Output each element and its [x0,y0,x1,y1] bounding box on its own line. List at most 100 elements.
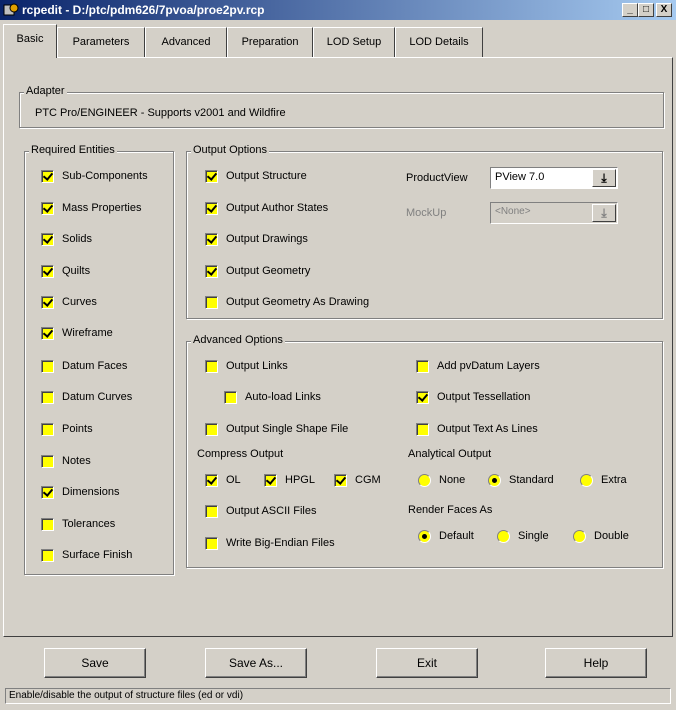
checkbox-box[interactable] [41,265,54,278]
save-as-button[interactable]: Save As... [205,648,307,678]
tab-parameters[interactable]: Parameters [57,27,145,57]
checkbox-box[interactable] [205,474,218,487]
maximize-button[interactable]: □ [638,3,654,17]
checkbox-box[interactable] [41,170,54,183]
checkbox-box[interactable] [41,423,54,436]
close-button[interactable]: X [656,3,672,17]
tab-basic[interactable]: Basic [3,24,57,58]
checkbox-label: Output Drawings [226,233,308,245]
radio-label: Double [594,530,629,542]
checkbox-label: Sub-Components [62,170,148,182]
dropdown-arrow-icon: ⤓ [592,204,616,222]
checkbox-box[interactable] [41,391,54,404]
tab-label: Preparation [241,36,299,48]
checkbox-label: Output Text As Lines [437,423,538,435]
adapter-text: PTC Pro/ENGINEER - Supports v2001 and Wi… [35,107,286,119]
radio-circle[interactable] [580,474,593,487]
checkbox-label: Output Geometry As Drawing [226,296,370,308]
mockup-select: <None> ⤓ [490,202,618,224]
checkbox-label: Dimensions [62,486,120,498]
productview-label: ProductView [406,172,468,184]
help-button[interactable]: Help [545,648,647,678]
tab-preparation[interactable]: Preparation [227,27,313,57]
checkbox-box[interactable] [224,391,237,404]
mockup-label: MockUp [406,207,447,219]
radio-circle[interactable] [573,530,586,543]
checkbox-label: OL [226,474,241,486]
checkbox-box[interactable] [41,455,54,468]
checkbox-box[interactable] [41,296,54,309]
tab-lod-setup[interactable]: LOD Setup [313,27,395,57]
checkbox-box[interactable] [205,233,218,246]
required-entities-legend: Required Entities [29,144,117,156]
tab-label: Basic [16,33,44,45]
checkbox-box[interactable] [416,423,429,436]
checkbox-label: Tolerances [62,518,116,530]
checkbox-box[interactable] [205,202,218,215]
checkbox-label: Add pvDatum Layers [437,360,540,372]
radio-circle[interactable] [418,530,431,543]
analytical-output-label: Analytical Output [408,448,492,460]
minimize-button[interactable]: _ [622,3,638,17]
mockup-value: <None> [495,206,531,217]
checkbox-box[interactable] [41,233,54,246]
radio-label: Default [439,530,474,542]
checkbox-label: Mass Properties [62,202,142,214]
exit-button[interactable]: Exit [376,648,478,678]
checkbox-label: CGM [355,474,381,486]
checkbox-label: Solids [62,233,92,245]
app-icon [3,3,19,16]
checkbox-label: Output Author States [226,202,329,214]
checkbox-label: Write Big-Endian Files [226,537,335,549]
radio-circle[interactable] [418,474,431,487]
checkbox-box[interactable] [41,518,54,531]
adapter-legend: Adapter [24,85,67,97]
checkbox-box[interactable] [205,505,218,518]
checkbox-label: Auto-load Links [245,391,321,403]
radio-circle[interactable] [497,530,510,543]
checkbox-box[interactable] [41,327,54,340]
checkbox-label: Quilts [62,265,91,277]
checkbox-label: Surface Finish [62,549,133,561]
productview-select[interactable]: PView 7.0 ⤓ [490,167,618,189]
checkbox-box[interactable] [205,360,218,373]
checkbox-label: Output Structure [226,170,307,182]
checkbox-box[interactable] [416,360,429,373]
checkbox-box[interactable] [41,360,54,373]
checkbox-box[interactable] [334,474,347,487]
checkbox-label: Output Geometry [226,265,311,277]
dropdown-arrow-icon[interactable]: ⤓ [592,169,616,187]
tab-lod-details[interactable]: LOD Details [395,27,483,57]
render-faces-label: Render Faces As [408,504,493,516]
checkbox-box[interactable] [264,474,277,487]
checkbox-label: Output Single Shape File [226,423,349,435]
tab-label: Advanced [161,36,211,48]
checkbox-box[interactable] [205,423,218,436]
checkbox-label: Output ASCII Files [226,505,317,517]
checkbox-box[interactable] [416,391,429,404]
tab-label: LOD Setup [326,36,382,48]
tab-advanced[interactable]: Advanced [145,27,227,57]
adapter-group: Adapter PTC Pro/ENGINEER - Supports v200… [19,85,664,128]
checkbox-label: Curves [62,296,97,308]
radio-label: None [439,474,466,486]
save-button[interactable]: Save [44,648,146,678]
status-bar: Enable/disable the output of structure f… [5,688,671,704]
checkbox-box[interactable] [205,170,218,183]
checkbox-box[interactable] [205,537,218,550]
checkbox-label: Notes [62,455,91,467]
radio-label: Extra [601,474,627,486]
checkbox-box[interactable] [41,486,54,499]
radio-label: Standard [509,474,554,486]
title-bar: rcpedit - D:/ptc/pdm626/7pvoa/proe2pv.rc… [0,0,676,20]
productview-value: PView 7.0 [495,171,545,183]
checkbox-box[interactable] [41,202,54,215]
checkbox-box[interactable] [205,296,218,309]
checkbox-box[interactable] [205,265,218,278]
checkbox-box[interactable] [41,549,54,562]
checkbox-label: Datum Curves [62,391,133,403]
radio-circle[interactable] [488,474,501,487]
radio-label: Single [518,530,549,542]
advanced-options-legend: Advanced Options [191,334,285,346]
window-title: rcpedit - D:/ptc/pdm626/7pvoa/proe2pv.rc… [22,3,265,17]
